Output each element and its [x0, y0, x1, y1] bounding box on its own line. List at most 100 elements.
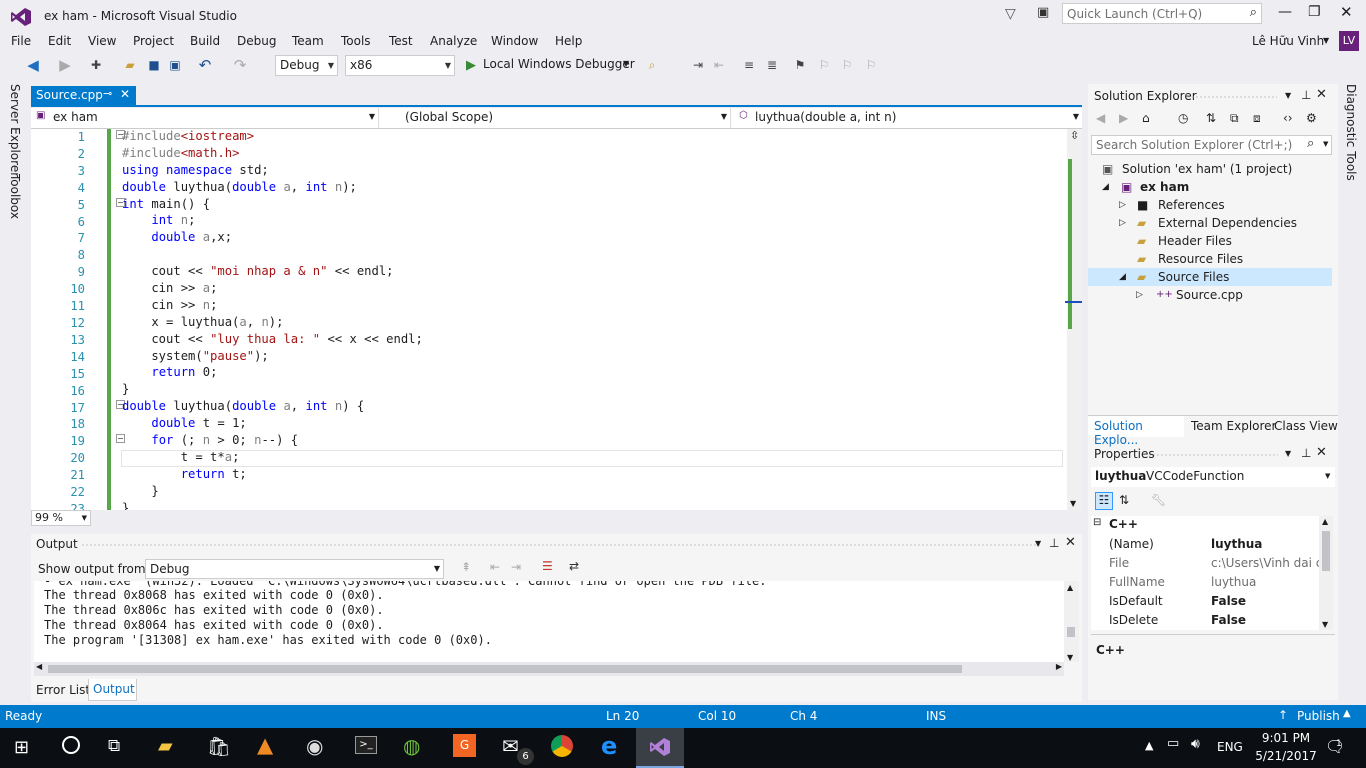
tab-error-list[interactable]: Error List — [36, 683, 90, 697]
tab-output[interactable]: Output — [88, 679, 137, 701]
task-view-icon[interactable]: ⧉ — [108, 736, 120, 756]
network-globe-icon[interactable]: ◍ — [403, 734, 420, 758]
menu-debug[interactable]: Debug — [237, 32, 276, 52]
store-icon[interactable]: 🛍︎ — [207, 735, 231, 758]
scroll-thumb[interactable] — [1322, 531, 1330, 571]
categorized-icon[interactable]: ☷ — [1095, 492, 1113, 510]
back-icon[interactable]: ◀ — [24, 56, 42, 74]
property-pages-icon[interactable]: 🔧︎ — [1151, 493, 1166, 507]
code-line[interactable]: double a,x; — [122, 229, 1062, 246]
code-line[interactable]: using namespace std; — [122, 162, 1062, 179]
quick-launch-box[interactable]: Quick Launch (Ctrl+Q) ⌕ — [1062, 3, 1262, 24]
chrome-icon[interactable] — [551, 735, 573, 757]
tree-item-header-files[interactable]: ▰ Header Files — [1088, 232, 1332, 250]
platform-select[interactable]: x86 ▼ — [345, 55, 455, 76]
feedback-icon[interactable]: ▣ — [1037, 5, 1049, 20]
minimize-button[interactable]: — — [1278, 4, 1292, 20]
word-wrap-icon[interactable]: ⇄ — [569, 559, 579, 573]
property-row[interactable]: File c:\Users\Vinh dai ca — [1109, 554, 1324, 573]
tab-solution-explorer[interactable]: Solution Explo... — [1088, 416, 1184, 447]
chevron-up-icon[interactable]: ▲ — [1145, 739, 1153, 752]
collapse-toggle[interactable]: ⊟ — [1093, 517, 1101, 528]
menu-test[interactable]: Test — [389, 32, 413, 52]
publish-up-icon[interactable]: ↑ — [1278, 708, 1288, 722]
filter-icon[interactable]: ▽ — [1005, 6, 1016, 22]
menu-file[interactable]: File — [11, 32, 31, 52]
back-icon[interactable]: ◀ — [1096, 111, 1105, 125]
scroll-up-icon[interactable]: ▲ — [1067, 583, 1073, 592]
drag-grip[interactable] — [81, 543, 1041, 547]
chevron-down-icon[interactable]: ▼ — [623, 59, 629, 68]
code-icon[interactable]: ‹› — [1283, 111, 1293, 125]
property-row[interactable]: IsDelete False — [1109, 611, 1324, 630]
start-debug-icon[interactable]: ▶ — [462, 56, 480, 74]
server-explorer-tab[interactable]: Server Explorer — [8, 84, 22, 177]
scroll-thumb[interactable] — [48, 665, 962, 673]
history-icon[interactable]: ◷ — [1178, 111, 1188, 125]
clear-all-icon[interactable]: ☰ — [542, 559, 553, 573]
comment-icon[interactable]: ≡ — [740, 56, 758, 74]
alphabetical-icon[interactable]: ⇅ — [1119, 493, 1129, 507]
language-indicator[interactable]: ENG — [1217, 740, 1243, 754]
undo-icon[interactable]: ↶ — [196, 56, 214, 74]
search-icon[interactable]: ⌕ — [1250, 5, 1257, 20]
code-line[interactable]: #include<iostream> — [122, 129, 1062, 145]
search-icon[interactable] — [62, 736, 80, 754]
scope-dropdown[interactable]: (Global Scope) ▼ — [383, 108, 731, 128]
diagnostic-tools-tab[interactable]: Diagnostic Tools — [1344, 84, 1358, 181]
member-dropdown[interactable]: ⬡ luythua(double a, int n) ▼ — [735, 108, 1082, 128]
settings-icon[interactable]: ⚙ — [1306, 111, 1317, 125]
properties-scrollbar[interactable]: ▲ ▼ — [1319, 516, 1333, 630]
code-line[interactable]: double luythua(double a, int n) { — [122, 398, 1062, 415]
output-vscroll[interactable]: ▲ ▼ — [1064, 581, 1079, 662]
clear-bookmarks-icon[interactable]: ⚐ — [862, 56, 880, 74]
tree-item-solution[interactable]: ▣ Solution 'ex ham' (1 project) — [1088, 160, 1332, 178]
chevron-down-icon[interactable]: ▼ — [1285, 449, 1291, 458]
menu-team[interactable]: Team — [292, 32, 324, 52]
tree-item-references[interactable]: ▷ ■ References — [1088, 196, 1332, 214]
code-line[interactable]: return 0; — [122, 364, 1062, 381]
sync-icon[interactable]: ⇅ — [1206, 111, 1216, 125]
bookmark-icon[interactable]: ⚑ — [791, 56, 809, 74]
new-project-icon[interactable]: ✚ — [87, 56, 105, 74]
code-line[interactable]: cout << "luy thua la: " << x << endl; — [122, 331, 1062, 348]
scroll-down-icon[interactable]: ▼ — [1067, 653, 1073, 662]
tree-item-external-dependencies[interactable]: ▷ ▰ External Dependencies — [1088, 214, 1332, 232]
code-line[interactable]: cin >> a; — [122, 280, 1062, 297]
menu-analyze[interactable]: Analyze — [430, 32, 477, 52]
code-line[interactable]: t = t*a; — [122, 449, 1062, 466]
step-out-icon[interactable]: ⇤ — [710, 56, 728, 74]
output-hscroll[interactable]: ◀ ▶ — [34, 662, 1064, 676]
close-icon[interactable]: ✕ — [1065, 535, 1076, 550]
scroll-thumb[interactable] — [1067, 627, 1075, 637]
pdf-app-icon[interactable]: G — [453, 734, 476, 757]
zoom-select[interactable]: 99 % ▼ — [31, 510, 91, 526]
maximize-button[interactable]: ❐ — [1308, 4, 1321, 20]
pin-icon[interactable]: ⊥ — [1301, 446, 1311, 460]
save-icon[interactable]: ■ — [145, 56, 163, 74]
open-folder-icon[interactable]: ▰ — [121, 56, 139, 74]
chevron-down-icon[interactable]: ▼ — [1323, 140, 1328, 148]
code-line[interactable]: double t = 1; — [122, 415, 1062, 432]
volume-icon[interactable]: 🔊︎ — [1191, 736, 1200, 752]
chevron-up-icon[interactable]: ▲ — [1343, 708, 1351, 719]
code-line[interactable]: } — [122, 483, 1062, 500]
code-line[interactable]: double luythua(double a, int n); — [122, 179, 1062, 196]
solution-search-box[interactable]: Search Solution Explorer (Ctrl+;) ⌕ ▼ — [1091, 135, 1332, 155]
edge-icon[interactable]: e — [601, 732, 617, 760]
chevron-down-icon[interactable]: ▼ — [1035, 539, 1041, 548]
editor-scrollbar[interactable]: ⇳ ▼ — [1065, 129, 1082, 510]
tab-label[interactable]: Source.cpp — [36, 88, 103, 102]
scroll-left-icon[interactable]: ◀ — [36, 662, 42, 671]
property-row[interactable]: FullName luythua — [1109, 573, 1324, 592]
chevron-down-icon[interactable]: ▼ — [1323, 32, 1329, 52]
menu-view[interactable]: View — [88, 32, 116, 52]
next-message-icon[interactable]: ⇥ — [511, 560, 521, 574]
scroll-down-icon[interactable]: ▼ — [1322, 620, 1328, 629]
code-line[interactable]: int main() { — [122, 196, 1062, 213]
close-icon[interactable]: ✕ — [120, 87, 130, 101]
quick-launch-placeholder[interactable]: Quick Launch (Ctrl+Q) — [1067, 7, 1202, 21]
code-line[interactable]: system("pause"); — [122, 348, 1062, 365]
windows-start-icon[interactable]: ⊞ — [14, 737, 29, 758]
pin-icon[interactable]: ⊥ — [1301, 88, 1311, 102]
